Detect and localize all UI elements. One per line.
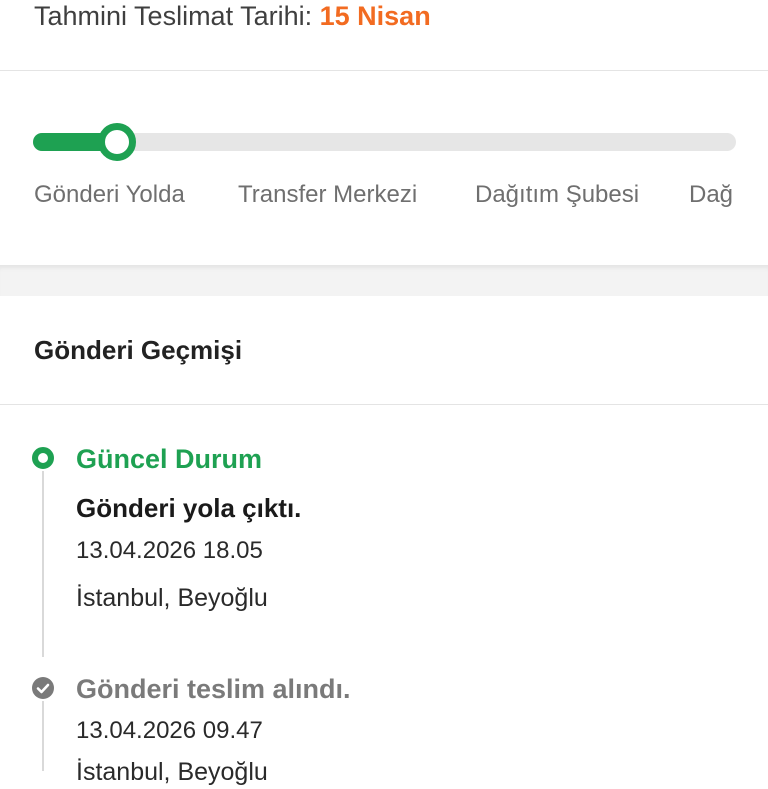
progress-indicator — [98, 123, 136, 161]
section-separator — [0, 265, 768, 296]
event-status: Güncel Durum — [76, 444, 263, 474]
progress-steps: Gönderi Yolda Transfer Merkezi Dağıtım Ş… — [0, 175, 768, 215]
event-description: Gönderi yola çıktı. — [76, 493, 302, 523]
event-location: İstanbul, Beyoğlu — [76, 758, 268, 786]
check-circle-icon — [32, 677, 54, 699]
timeline-line — [42, 471, 44, 657]
step-label: Transfer Merkezi — [238, 181, 418, 208]
event-location: İstanbul, Beyoğlu — [76, 584, 268, 612]
event-datetime: 13.04.2026 09.47 — [76, 717, 263, 744]
step-label: Dağıtım Şubesi — [475, 181, 640, 208]
shipment-progress: Gönderi Yolda Transfer Merkezi Dağıtım Ş… — [0, 71, 768, 265]
step-label: Gönderi Yolda — [34, 181, 185, 208]
estimated-delivery: Tahmini Teslimat Tarihi: 15 Nisan — [34, 0, 431, 34]
step-label: Dağ — [689, 181, 734, 208]
timeline-line — [42, 701, 44, 771]
event-datetime: 13.04.2026 18.05 — [76, 537, 263, 564]
history-title: Gönderi Geçmişi — [34, 335, 243, 365]
header: Tahmini Teslimat Tarihi: 15 Nisan — [0, 0, 768, 70]
progress-track — [33, 123, 736, 161]
eta-date: 15 Nisan — [319, 1, 431, 31]
event-status: Gönderi teslim alındı. — [76, 674, 351, 704]
current-ring-icon — [32, 447, 54, 469]
history-timeline: Güncel Durum Gönderi yola çıktı. 13.04.2… — [0, 405, 768, 786]
eta-label: Tahmini Teslimat Tarihi: — [34, 1, 313, 31]
history-header: Gönderi Geçmişi — [0, 296, 768, 404]
